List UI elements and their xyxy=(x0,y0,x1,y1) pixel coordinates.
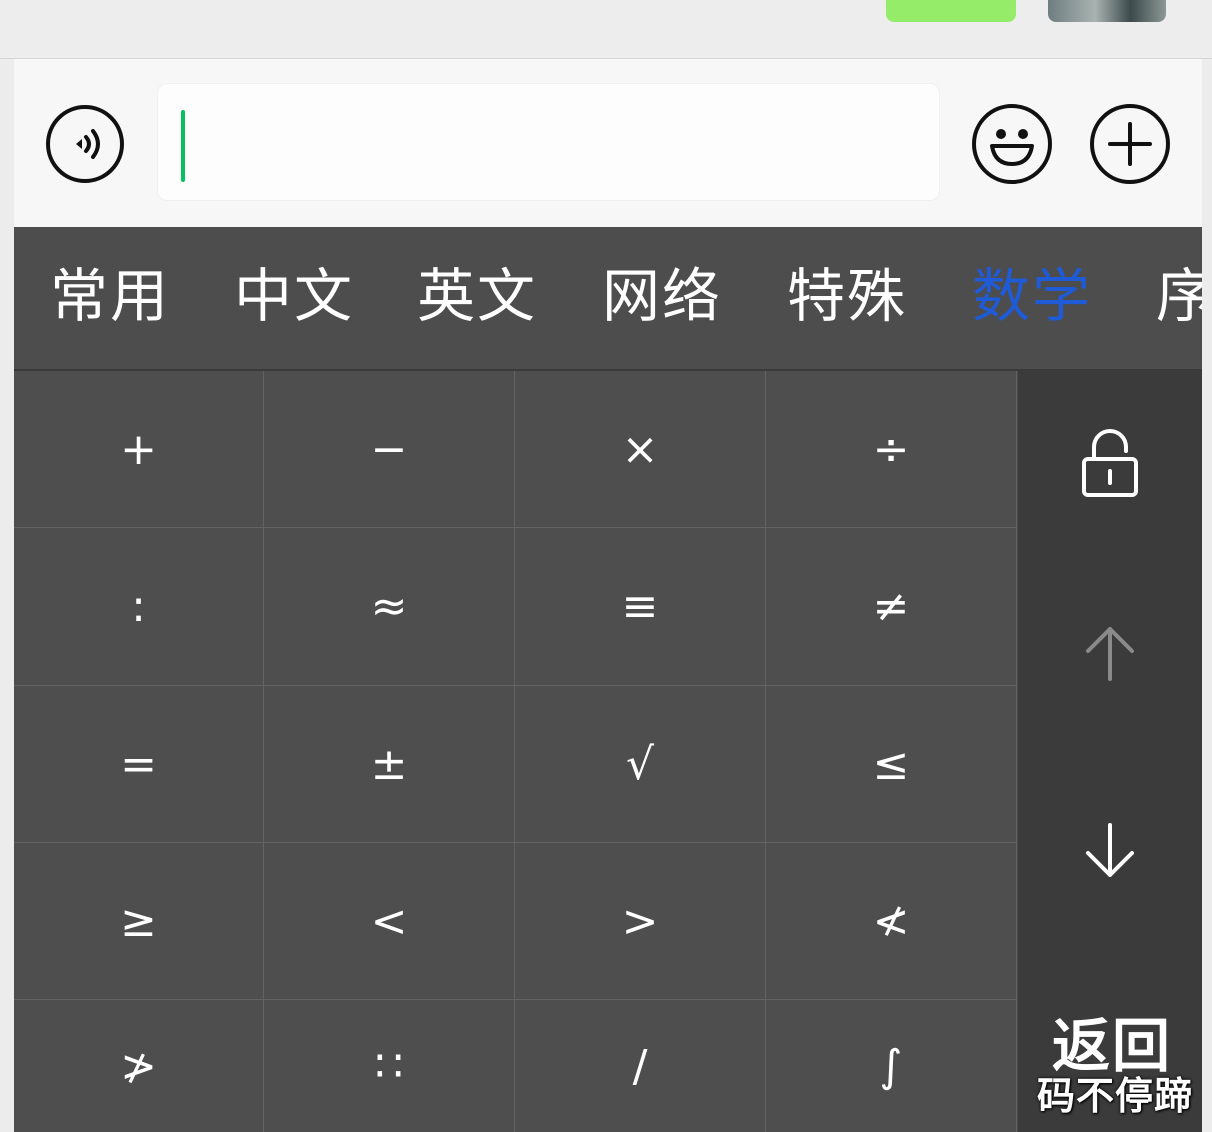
symbol-key[interactable]: ÷ xyxy=(766,371,1017,528)
symbol-key[interactable]: / xyxy=(515,1000,766,1132)
symbol-keyboard: 常用 中文 英文 网络 特殊 数学 序 + − × ÷ : ≈ ≡ ≠ = ± … xyxy=(14,227,1202,1132)
symbol-key[interactable]: ≤ xyxy=(766,686,1017,843)
symbol-category-tabs: 常用 中文 英文 网络 特殊 数学 序 xyxy=(14,227,1202,371)
symbol-key[interactable]: ± xyxy=(264,686,515,843)
symbol-key[interactable]: ∷ xyxy=(264,1000,515,1132)
symbol-key[interactable]: ≡ xyxy=(515,528,766,686)
symbol-key[interactable]: ≮ xyxy=(766,843,1017,1000)
avatar[interactable] xyxy=(1048,0,1166,22)
sent-message-bubble[interactable] xyxy=(886,0,1016,22)
voice-button[interactable] xyxy=(46,105,124,183)
message-input[interactable] xyxy=(157,83,940,201)
text-caret xyxy=(181,110,185,182)
symbol-key[interactable]: − xyxy=(264,371,515,528)
unlock-icon[interactable] xyxy=(1078,429,1142,501)
tab-special[interactable]: 特殊 xyxy=(787,261,907,331)
keyboard-side-panel: 返回 xyxy=(1018,371,1202,1132)
symbol-key[interactable]: > xyxy=(515,843,766,1000)
arrow-down-icon[interactable] xyxy=(1078,819,1142,883)
symbol-key[interactable]: ≈ xyxy=(264,528,515,686)
chat-area-top xyxy=(0,0,1212,59)
tab-common[interactable]: 常用 xyxy=(50,261,170,331)
watermark-text: 码不停蹄 xyxy=(1037,1074,1194,1118)
symbol-key[interactable]: ≯ xyxy=(14,1000,264,1132)
symbol-key[interactable]: + xyxy=(14,371,264,528)
symbol-key[interactable]: < xyxy=(264,843,515,1000)
voice-icon xyxy=(76,129,100,159)
symbol-key[interactable]: : xyxy=(14,528,264,686)
emoji-button[interactable] xyxy=(972,104,1052,184)
arrow-up-icon[interactable] xyxy=(1078,621,1142,685)
input-bar xyxy=(14,59,1202,227)
tab-chinese[interactable]: 中文 xyxy=(234,261,354,331)
symbol-key[interactable]: = xyxy=(14,686,264,843)
symbol-key-grid: + − × ÷ : ≈ ≡ ≠ = ± √ ≤ ≥ < > ≮ ≯ ∷ / ∫ xyxy=(14,371,1017,1132)
symbol-key[interactable]: ≠ xyxy=(766,528,1017,686)
tab-english[interactable]: 英文 xyxy=(417,261,537,331)
tab-math[interactable]: 数学 xyxy=(972,261,1092,331)
plus-icon xyxy=(1108,122,1152,166)
more-button[interactable] xyxy=(1090,104,1170,184)
tab-network[interactable]: 网络 xyxy=(602,261,722,331)
symbol-key[interactable]: ∫ xyxy=(766,1000,1017,1132)
symbol-key[interactable]: × xyxy=(515,371,766,528)
tab-sequence[interactable]: 序 xyxy=(1156,261,1202,331)
smiley-icon xyxy=(990,129,1034,166)
symbol-key[interactable]: √ xyxy=(515,686,766,843)
symbol-key[interactable]: ≥ xyxy=(14,843,264,1000)
